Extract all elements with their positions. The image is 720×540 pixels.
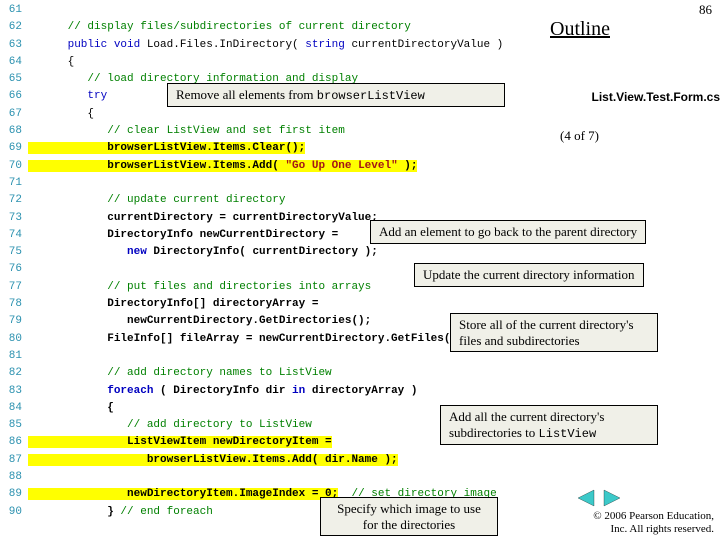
code-keyword: foreach [28, 385, 153, 397]
code-comment: // put files and directories into arrays [28, 281, 371, 293]
code-text: Load.Files.InDirectory( [140, 39, 305, 51]
code-keyword: new [28, 246, 147, 258]
copyright: © 2006 Pearson Education, Inc. All right… [593, 510, 714, 536]
code-keyword: public void [28, 39, 140, 51]
code-highlight: browserListView.Items.Clear(); [28, 142, 305, 154]
outline-heading: Outline [550, 18, 610, 41]
code-keyword: string [305, 39, 345, 51]
code-text: DirectoryInfo( currentDirectory ); [147, 246, 378, 258]
code-highlight: browserListView.Items.Add( [28, 160, 285, 172]
code-comment: // display files/subdirectories of curre… [28, 21, 411, 33]
callout-code: ListView [539, 427, 597, 441]
code-text: { [28, 402, 114, 414]
callout-add-element: Add an element to go back to the parent … [370, 220, 646, 244]
code-highlight: newDirectoryItem.ImageIndex = 0; [28, 488, 338, 500]
callout-remove-elements: Remove all elements from browserListView [167, 83, 505, 107]
code-keyword: try [28, 90, 107, 102]
code-text: { [28, 56, 74, 68]
callout-update-dir: Update the current directory information [414, 263, 644, 287]
copyright-line1: © 2006 Pearson Education, [593, 510, 714, 522]
code-block: // display files/subdirectories of curre… [28, 2, 503, 521]
nav-prev-icon[interactable] [574, 488, 596, 508]
nav-buttons [574, 488, 624, 508]
code-string: "Go Up One Level" [285, 160, 397, 172]
code-text: { [28, 108, 94, 120]
code-text: directoryArray ) [305, 385, 417, 397]
callout-code: browserListView [317, 89, 425, 103]
code-text: DirectoryInfo newCurrentDirectory = [28, 229, 338, 241]
code-text: currentDirectoryValue ) [345, 39, 503, 51]
code-highlight: ListViewItem newDirectoryItem = [28, 436, 332, 448]
callout-text: Remove all elements from [176, 87, 317, 102]
code-comment: // update current directory [28, 194, 285, 206]
line-numbers: 61 62 63 64 65 66 67 68 69 70 71 72 73 7… [4, 2, 22, 521]
slide-number: 86 [699, 2, 712, 18]
nav-next-icon[interactable] [602, 488, 624, 508]
page-counter: (4 of 7) [560, 128, 599, 144]
code-text: } [28, 506, 120, 518]
code-text: DirectoryInfo[] directoryArray = [28, 298, 318, 310]
callout-specify-image: Specify which image to use for the direc… [320, 497, 498, 536]
code-highlight: ); [398, 160, 418, 172]
code-comment: // add directory to ListView [28, 419, 312, 431]
source-filename: List.View.Test.Form.cs [592, 90, 720, 104]
code-comment: // clear ListView and set first item [28, 125, 345, 137]
code-text: ( DirectoryInfo dir [153, 385, 292, 397]
callout-add-subdirs: Add all the current directory's subdirec… [440, 405, 658, 445]
code-text: currentDirectory = currentDirectoryValue… [28, 212, 378, 224]
code-highlight: browserListView.Items.Add( dir.Name ); [28, 454, 398, 466]
code-comment: // end foreach [120, 506, 212, 518]
code-text: FileInfo[] fileArray = newCurrentDirecto… [28, 333, 464, 345]
code-keyword: in [292, 385, 305, 397]
code-comment: // add directory names to ListView [28, 367, 332, 379]
callout-store-files: Store all of the current directory's fil… [450, 313, 658, 352]
code-text: newCurrentDirectory.GetDirectories(); [28, 315, 371, 327]
copyright-line2: Inc. All rights reserved. [610, 523, 714, 535]
